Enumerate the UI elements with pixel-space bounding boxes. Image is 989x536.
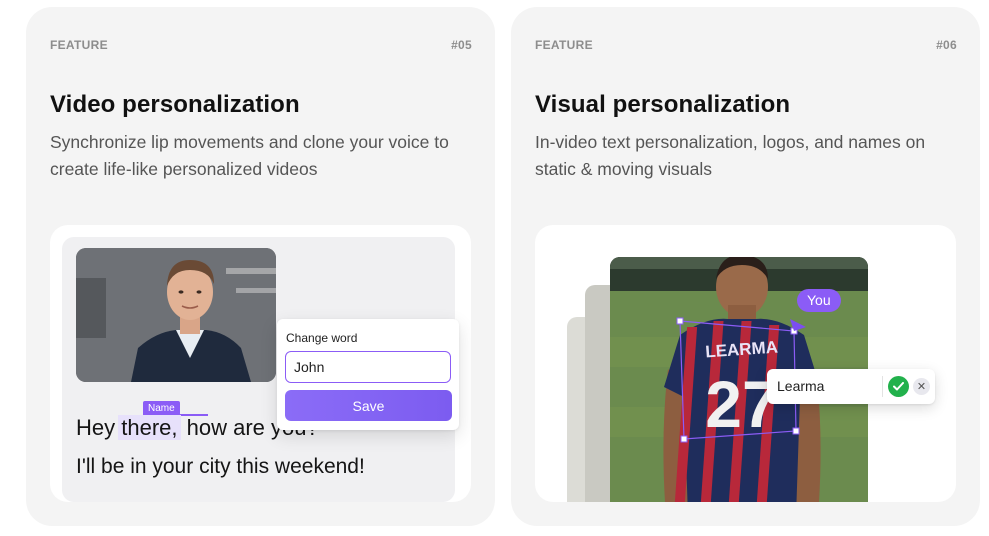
divider <box>882 376 883 397</box>
save-button[interactable]: Save <box>285 390 452 421</box>
feature-number: #06 <box>936 38 957 52</box>
card-title: Video personalization <box>50 91 300 118</box>
jersey-name-input[interactable]: Learma <box>777 378 824 394</box>
check-icon[interactable] <box>888 376 909 397</box>
change-word-input[interactable] <box>285 351 451 383</box>
presenter-video-thumbnail <box>76 248 276 382</box>
highlighted-word[interactable]: there, <box>118 415 181 440</box>
presenter-image <box>76 248 276 382</box>
card-title: Visual personalization <box>535 91 791 118</box>
change-word-popup: Change word Save <box>277 319 459 430</box>
script-line-2: I'll be in your city this weekend! <box>76 455 365 478</box>
card-description: In-video text personalization, logos, an… <box>535 132 926 179</box>
feature-card-video-personalization: FEATURE #05 Video personalization Synchr… <box>26 7 495 526</box>
script-text: Hey <box>76 415 122 440</box>
illustration-panel: Name Hey there, how are you? I'll be in … <box>50 225 471 502</box>
illustration-panel: LEARMA 27 You Learma ✕ <box>535 225 956 502</box>
feature-tag: FEATURE <box>535 38 593 52</box>
feature-tag: FEATURE <box>50 38 108 52</box>
close-icon[interactable]: ✕ <box>913 378 930 395</box>
feature-card-visual-personalization: FEATURE #06 Visual personalization In-vi… <box>511 7 980 526</box>
card-description: Synchronize lip movements and clone your… <box>50 132 449 179</box>
you-label-bubble: You <box>797 289 841 312</box>
feature-number: #05 <box>451 38 472 52</box>
jersey-name-editor: Learma ✕ <box>767 369 935 404</box>
change-word-label: Change word <box>286 331 358 345</box>
